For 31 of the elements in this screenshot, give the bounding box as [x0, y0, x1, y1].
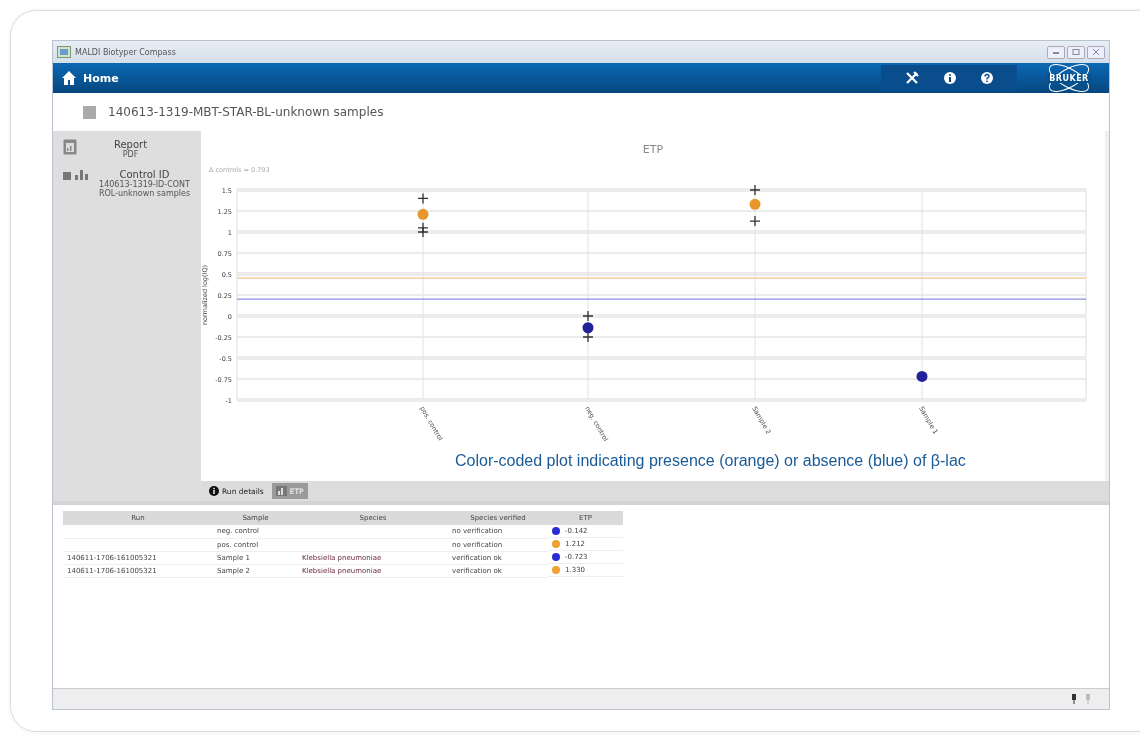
- replicate-marker: [749, 215, 761, 227]
- help-icon[interactable]: [981, 72, 993, 84]
- close-button[interactable]: [1087, 45, 1105, 59]
- replicate-marker: [582, 331, 594, 343]
- report-icon: [63, 139, 77, 155]
- replicate-marker: [582, 310, 594, 322]
- replicate-marker: [417, 192, 429, 205]
- maximize-icon: [1072, 49, 1080, 55]
- replicate-marker: [417, 226, 429, 238]
- minimize-button[interactable]: [1047, 45, 1065, 59]
- chart-title: ETP: [642, 143, 664, 156]
- home-icon[interactable]: [61, 70, 77, 86]
- window-title: MALDI Biotyper Compass: [75, 47, 176, 57]
- sidebar-item[interactable]: Report PDF: [57, 139, 197, 159]
- sidebar-item[interactable]: Control ID 140613-1319-ID-CONTROL-unknown samples: [57, 169, 197, 198]
- run-title: 140613-1319-MBT-STAR-BL-unknown samples: [108, 105, 384, 119]
- info-icon[interactable]: [944, 72, 956, 84]
- replicate-marker: [749, 184, 761, 196]
- pin-icon[interactable]: [1071, 694, 1077, 704]
- minimize-icon: [1052, 49, 1060, 55]
- app-icon: [57, 46, 71, 58]
- caption: Color-coded plot indicating presence (orange) or absence (blue) of β-lac: [455, 452, 966, 470]
- logo-text: BRUKER: [1047, 73, 1091, 83]
- square-icon: [83, 105, 96, 119]
- info-icon: [209, 486, 219, 496]
- chart-icon: [275, 486, 287, 496]
- tools-icon[interactable]: [905, 71, 919, 85]
- chart-bars-icon: [63, 169, 91, 181]
- header-title: Home: [83, 71, 119, 85]
- maximize-button[interactable]: [1067, 45, 1085, 59]
- close-icon: [1092, 49, 1100, 55]
